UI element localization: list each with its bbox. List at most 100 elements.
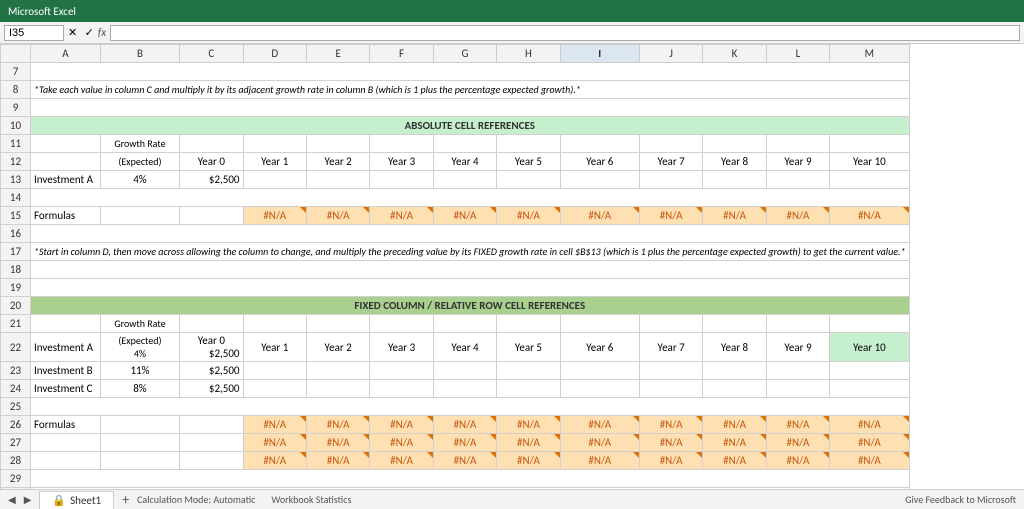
cell-26J[interactable]: #N/A	[639, 416, 702, 434]
cell-27J[interactable]: #N/A	[639, 434, 702, 452]
row-header-22[interactable]: 22	[1, 333, 31, 362]
cell-28F[interactable]: #N/A	[370, 452, 433, 470]
cell-22I[interactable]: Year 6	[560, 333, 639, 362]
cell-22J[interactable]: Year 7	[639, 333, 702, 362]
cell-12L[interactable]: Year 9	[766, 153, 829, 171]
cell-26K[interactable]: #N/A	[703, 416, 766, 434]
cell-28E[interactable]: #N/A	[306, 452, 369, 470]
cell-15E[interactable]: #N/A	[306, 207, 369, 225]
cell-28H[interactable]: #N/A	[497, 452, 560, 470]
cell-15H[interactable]: #N/A	[497, 207, 560, 225]
cell-15D[interactable]: #N/A	[243, 207, 306, 225]
col-header-K[interactable]: K	[703, 45, 766, 63]
col-header-M[interactable]: M	[830, 45, 909, 63]
row-header-19[interactable]: 19	[1, 279, 31, 297]
cell-27G[interactable]: #N/A	[433, 434, 496, 452]
cell-12C[interactable]: Year 0	[180, 153, 243, 171]
cell-26H[interactable]: #N/A	[497, 416, 560, 434]
cell-28I[interactable]: #N/A	[560, 452, 639, 470]
cell-12A[interactable]	[31, 153, 101, 171]
cell-26I[interactable]: #N/A	[560, 416, 639, 434]
cell-12H[interactable]: Year 5	[497, 153, 560, 171]
cell-24C[interactable]: $2,500	[180, 380, 243, 398]
cell-13L[interactable]	[766, 171, 829, 189]
row-header-27[interactable]: 27	[1, 434, 31, 452]
cell-12G[interactable]: Year 4	[433, 153, 496, 171]
cell-13H[interactable]	[497, 171, 560, 189]
cell-15I[interactable]: #N/A	[560, 207, 639, 225]
col-header-A[interactable]: A	[31, 45, 101, 63]
cell-23D[interactable]	[243, 362, 306, 380]
cell-8A[interactable]: *Take each value in column C and multipl…	[31, 81, 910, 99]
row-header-10[interactable]: 10	[1, 117, 31, 135]
cell-11M[interactable]	[830, 135, 909, 153]
cell-23A[interactable]: Investment B	[31, 362, 101, 380]
cell-12F[interactable]: Year 3	[370, 153, 433, 171]
col-header-G[interactable]: G	[433, 45, 496, 63]
cell-13K[interactable]	[703, 171, 766, 189]
cell-28A[interactable]	[31, 452, 101, 470]
cell-11H[interactable]	[497, 135, 560, 153]
cell-24F[interactable]	[370, 380, 433, 398]
cell-27E[interactable]: #N/A	[306, 434, 369, 452]
cell-23F[interactable]	[370, 362, 433, 380]
cell-23H[interactable]	[497, 362, 560, 380]
cell-15G[interactable]: #N/A	[433, 207, 496, 225]
cell-15B[interactable]	[100, 207, 179, 225]
cell-27B[interactable]	[100, 434, 179, 452]
cell-27M[interactable]: #N/A	[830, 434, 909, 452]
col-header-H[interactable]: H	[497, 45, 560, 63]
cell-13E[interactable]	[306, 171, 369, 189]
cell-11L[interactable]	[766, 135, 829, 153]
cell-21F[interactable]	[370, 315, 433, 333]
cell-22D[interactable]: Year 1	[243, 333, 306, 362]
cell-13I[interactable]	[560, 171, 639, 189]
cell-23J[interactable]	[639, 362, 702, 380]
cell-23M[interactable]	[830, 362, 909, 380]
cell-21B[interactable]: Growth Rate	[100, 315, 179, 333]
cell-11K[interactable]	[703, 135, 766, 153]
cell-27C[interactable]	[180, 434, 243, 452]
cell-21G[interactable]	[433, 315, 496, 333]
cell-21A[interactable]	[31, 315, 101, 333]
row-header-13[interactable]: 13	[1, 171, 31, 189]
cell-22M[interactable]: Year 10	[830, 333, 909, 362]
cell-11G[interactable]	[433, 135, 496, 153]
col-header-I[interactable]: I	[560, 45, 639, 63]
cell-12I[interactable]: Year 6	[560, 153, 639, 171]
row-header-25[interactable]: 25	[1, 398, 31, 416]
row-header-28[interactable]: 28	[1, 452, 31, 470]
cell-21I[interactable]	[560, 315, 639, 333]
cell-15J[interactable]: #N/A	[639, 207, 702, 225]
cell-24G[interactable]	[433, 380, 496, 398]
cell-29[interactable]	[31, 470, 910, 488]
cell-22A[interactable]: Investment A	[31, 333, 101, 362]
row-header-26[interactable]: 26	[1, 416, 31, 434]
row-header-17[interactable]: 17	[1, 243, 31, 261]
add-sheet-button[interactable]: +	[122, 491, 129, 508]
cell-24L[interactable]	[766, 380, 829, 398]
cell-21K[interactable]	[703, 315, 766, 333]
cell-13C[interactable]: $2,500	[180, 171, 243, 189]
nav-prev[interactable]: ◀	[8, 493, 16, 506]
cell-23I[interactable]	[560, 362, 639, 380]
cell-26F[interactable]: #N/A	[370, 416, 433, 434]
cell-24B[interactable]: 8%	[100, 380, 179, 398]
cell-26G[interactable]: #N/A	[433, 416, 496, 434]
name-box[interactable]	[4, 25, 64, 41]
cell-23B[interactable]: 11%	[100, 362, 179, 380]
cell-15C[interactable]	[180, 207, 243, 225]
cell-17[interactable]: *Start in column D, then move across all…	[31, 243, 910, 261]
cell-24M[interactable]	[830, 380, 909, 398]
cell-28K[interactable]: #N/A	[703, 452, 766, 470]
cell-23C[interactable]: $2,500	[180, 362, 243, 380]
cell-21M[interactable]	[830, 315, 909, 333]
cell-22F[interactable]: Year 3	[370, 333, 433, 362]
cell-21H[interactable]	[497, 315, 560, 333]
cell-22H[interactable]: Year 5	[497, 333, 560, 362]
cell-24A[interactable]: Investment C	[31, 380, 101, 398]
row-header-24[interactable]: 24	[1, 380, 31, 398]
cell-26E[interactable]: #N/A	[306, 416, 369, 434]
cell-15L[interactable]: #N/A	[766, 207, 829, 225]
row-header-12[interactable]: 12	[1, 153, 31, 171]
